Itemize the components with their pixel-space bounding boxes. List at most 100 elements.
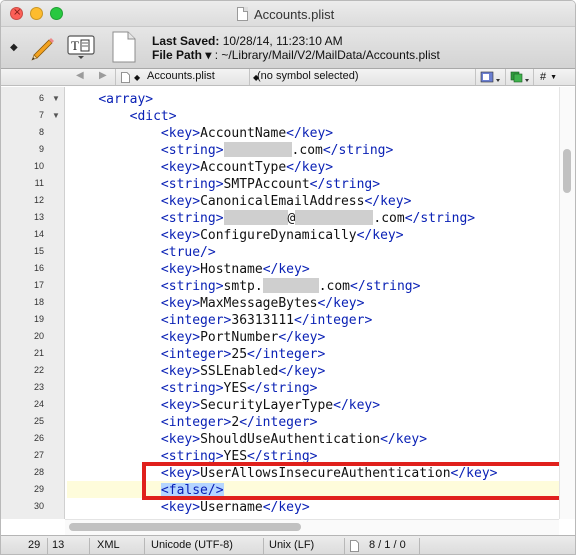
- line-number: 9: [38, 144, 44, 154]
- xml-close-tag: </integer>: [247, 347, 326, 362]
- status-separator: [89, 538, 90, 554]
- code-line[interactable]: <key>PortNumber</key>: [67, 329, 325, 346]
- vertical-scroll-thumb[interactable]: [563, 149, 571, 193]
- fold-triangle-icon[interactable]: ▼: [52, 94, 60, 103]
- text-options-icon[interactable]: T: [67, 34, 97, 60]
- document-proxy-icon[interactable]: [237, 7, 248, 21]
- xml-close-tag: </key>: [262, 500, 310, 515]
- zoom-button[interactable]: [50, 7, 63, 20]
- status-language[interactable]: XML: [97, 539, 120, 551]
- xml-open-tag: <key>: [160, 500, 201, 515]
- xml-value: YES: [223, 381, 248, 396]
- xml-value: PortNumber: [200, 330, 279, 345]
- code-line[interactable]: <string>YES</string>: [67, 380, 318, 397]
- code-line[interactable]: <integer>25</integer>: [67, 346, 325, 363]
- hash-menu[interactable]: # ▼: [533, 69, 559, 85]
- line-number: 22: [33, 365, 44, 375]
- code-line[interactable]: <key>ConfigureDynamically</key>: [67, 227, 404, 244]
- code-line[interactable]: <key>SSLEnabled</key>: [67, 363, 325, 380]
- code-line[interactable]: <key>AccountName</key>: [67, 125, 333, 142]
- pencil-icon[interactable]: [28, 33, 56, 61]
- symbol-menu-label[interactable]: (no symbol selected): [257, 70, 359, 82]
- document-menu[interactable]: [505, 69, 533, 85]
- xml-close-tag: </key>: [380, 432, 428, 447]
- code-line[interactable]: <string> @ .com</string>: [67, 210, 475, 227]
- status-counts[interactable]: 8 / 1 / 0: [369, 539, 406, 551]
- nav-filename[interactable]: Accounts.plist: [147, 70, 215, 82]
- xml-close-tag: </key>: [364, 194, 412, 209]
- bookmark-menu[interactable]: [475, 69, 505, 85]
- code-editor[interactable]: 6 ▼ 7 ▼ 8 9 10 11 12 13 14 15 16 17 18 19 20 21 22 23 24 25 26…: [1, 87, 575, 519]
- code-line[interactable]: <true/>: [67, 244, 216, 261]
- hash-icon: #: [540, 71, 547, 83]
- code-line[interactable]: <key>Hostname</key>: [67, 261, 310, 278]
- xml-open-tag: <key>: [160, 228, 201, 243]
- xml-close-tag: </string>: [247, 381, 318, 396]
- code-line[interactable]: <key>Username</key>: [67, 499, 310, 516]
- xml-value: Hostname: [200, 262, 263, 277]
- code-line[interactable]: <key>ShouldUseAuthentication</key>: [67, 431, 427, 448]
- file-icon: [121, 71, 130, 83]
- code-line[interactable]: <string> .com</string>: [67, 142, 393, 159]
- code-line[interactable]: <dict>: [67, 108, 177, 125]
- file-path-label[interactable]: File Path: [152, 48, 202, 62]
- fold-triangle-icon[interactable]: ▼: [52, 111, 60, 120]
- close-button[interactable]: ×: [10, 7, 23, 20]
- window-title-group: Accounts.plist: [237, 5, 334, 23]
- status-line[interactable]: 29: [28, 539, 40, 551]
- xml-value: ConfigureDynamically: [200, 228, 357, 243]
- horizontal-scroll-thumb[interactable]: [69, 523, 301, 531]
- xml-open-tag: <string>: [160, 211, 224, 226]
- xml-close-tag: </key>: [278, 330, 326, 345]
- status-encoding[interactable]: Unicode (UTF-8): [151, 539, 233, 551]
- title-bar[interactable]: × Accounts.plist: [1, 1, 575, 27]
- xml-value: .com: [291, 143, 323, 158]
- marker-diamond-icon[interactable]: ◆: [10, 42, 18, 53]
- redacted-text: [262, 278, 319, 293]
- xml-value: SecurityLayerType: [200, 398, 334, 413]
- code-line[interactable]: <array>: [67, 91, 153, 108]
- xml-value: smtp.: [223, 279, 263, 294]
- status-line-endings[interactable]: Unix (LF): [269, 539, 314, 551]
- code-line[interactable]: <integer>36313111</integer>: [67, 312, 372, 329]
- status-separator: [344, 538, 345, 554]
- code-line[interactable]: <string>smtp. .com</string>: [67, 278, 420, 295]
- status-column[interactable]: 13: [52, 539, 64, 551]
- code-line[interactable]: <string>SMTPAccount</string>: [67, 176, 380, 193]
- xml-open-tag: <key>: [160, 126, 201, 141]
- xml-close-tag: </key>: [286, 126, 334, 141]
- last-saved-row: Last Saved: 10/28/14, 11:23:10 AM: [152, 34, 440, 48]
- file-info: Last Saved: 10/28/14, 11:23:10 AM File P…: [152, 34, 440, 62]
- xml-value: SSLEnabled: [200, 364, 279, 379]
- code-line[interactable]: <integer>2</integer>: [67, 414, 318, 431]
- status-separator: [263, 538, 264, 554]
- code-line[interactable]: <key>CanonicalEmailAddress</key>: [67, 193, 411, 210]
- xml-open-tag: <key>: [160, 262, 201, 277]
- xml-open-tag: <string>: [160, 279, 224, 294]
- line-number: 6: [38, 93, 44, 103]
- xml-open-tag: <string>: [160, 381, 224, 396]
- xml-close-tag: </key>: [286, 160, 334, 175]
- code-line[interactable]: <key>SecurityLayerType</key>: [67, 397, 380, 414]
- code-line[interactable]: <key>MaxMessageBytes</key>: [67, 295, 365, 312]
- xml-tag: <array>: [98, 92, 154, 107]
- back-arrow-icon[interactable]: ◀: [76, 70, 84, 81]
- document-icon[interactable]: [111, 31, 137, 63]
- file-path-dropdown-icon[interactable]: ▾: [205, 48, 211, 62]
- annotation-highlight-box: [142, 462, 563, 500]
- code-line[interactable]: <key>AccountType</key>: [67, 159, 333, 176]
- last-saved-label: Last Saved:: [152, 34, 220, 48]
- line-number: 27: [33, 450, 44, 460]
- xml-value: CanonicalEmailAddress: [200, 194, 365, 209]
- forward-arrow-icon[interactable]: ▶: [99, 70, 107, 81]
- file-path-row[interactable]: File Path ▾ : ~/Library/Mail/V2/MailData…: [152, 48, 440, 62]
- minimize-button[interactable]: [30, 7, 43, 20]
- xml-value: SMTPAccount: [223, 177, 310, 192]
